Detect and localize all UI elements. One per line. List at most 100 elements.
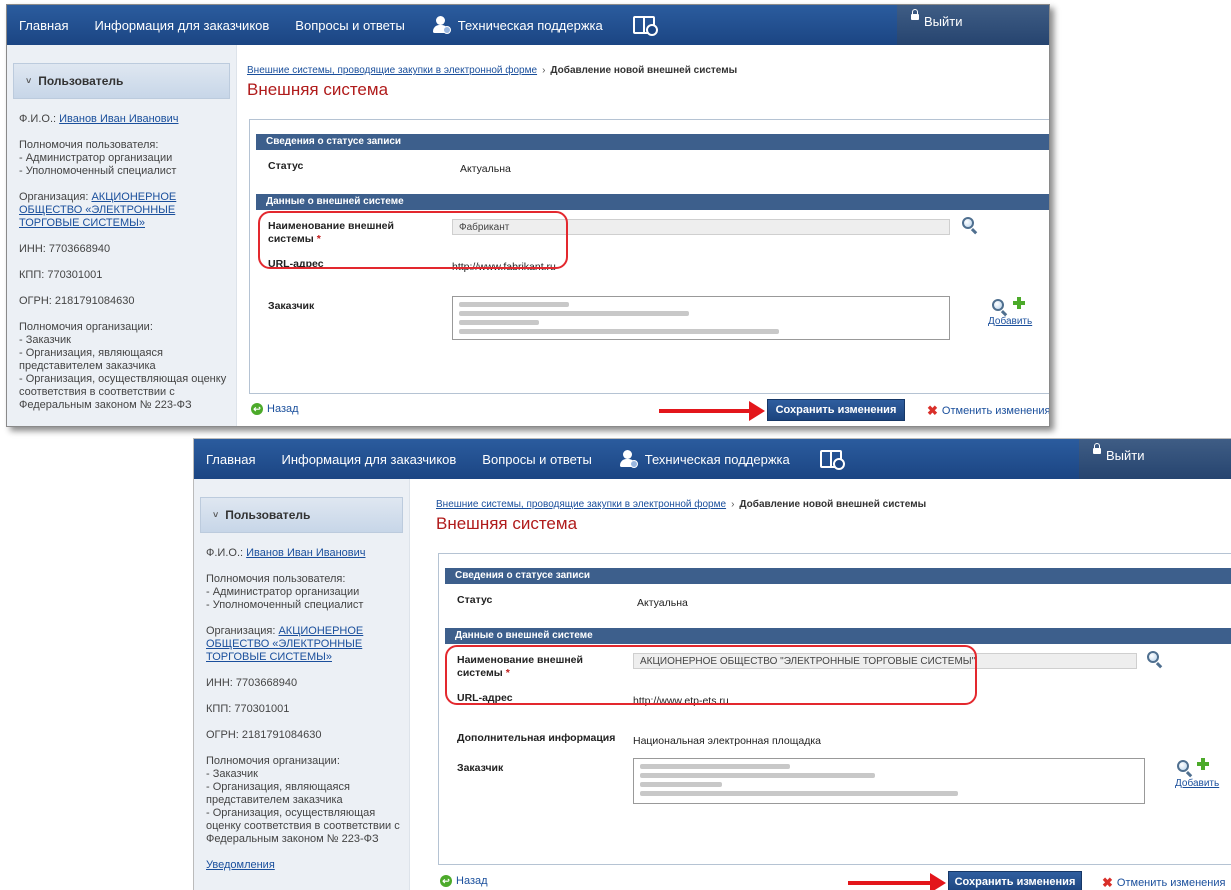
additional-value: Национальная электронная площадка <box>633 735 821 747</box>
main-content: Внешние системы, проводящие закупки в эл… <box>436 479 1231 890</box>
nav-faq[interactable]: Вопросы и ответы <box>282 5 417 45</box>
inn: ИНН: 7703668940 <box>206 677 298 689</box>
lock-icon <box>911 9 919 20</box>
sidebar-header-label: Пользователь <box>38 74 124 88</box>
user-powers-label: Полномочия пользователя: <box>19 139 159 151</box>
back-link[interactable]: ↩ Назад <box>251 403 299 415</box>
breadcrumb-separator: › <box>542 65 546 76</box>
save-button[interactable]: Сохранить изменения <box>767 399 905 421</box>
red-arrow <box>659 401 765 421</box>
back-arrow-icon: ↩ <box>440 875 452 887</box>
external-rows: Наименование внешней системы * АКЦИОНЕРНОЕ… <box>439 644 1231 754</box>
fio-label: Ф.И.О.: <box>19 113 57 125</box>
ogrn: ОГРН: 2181791084630 <box>206 729 322 741</box>
nav-support[interactable]: Техническая поддержка <box>418 5 668 45</box>
add-icon[interactable] <box>1197 758 1209 770</box>
inn: ИНН: 7703668940 <box>19 243 111 255</box>
required-mark: * <box>316 233 321 245</box>
screenshot-fabrikant: Главная Информация для заказчиков Вопрос… <box>6 4 1050 427</box>
back-label: Назад <box>267 403 299 415</box>
user-power: - Уполномоченный специалист <box>19 165 177 177</box>
breadcrumb-parent-link[interactable]: Внешние системы, проводящие закупки в эл… <box>436 499 726 510</box>
search-icon[interactable] <box>992 299 1004 311</box>
user-power: - Администратор организации <box>206 586 360 598</box>
name-field[interactable]: АКЦИОНЕРНОЕ ОБЩЕСТВО "ЭЛЕКТРОННЫЕ ТОРГОВ… <box>633 653 1137 669</box>
notifications-link[interactable]: Уведомления <box>206 859 275 871</box>
nav-home[interactable]: Главная <box>7 5 81 45</box>
breadcrumb-current: Добавление новой внешней системы <box>550 65 738 76</box>
search-icon[interactable] <box>1147 651 1159 663</box>
search-icon[interactable] <box>962 217 974 229</box>
additional-label: Дополнительная информация <box>457 732 616 744</box>
org-powers-label: Полномочия организации: <box>19 321 153 333</box>
back-link[interactable]: ↩ Назад <box>440 875 488 887</box>
org-label: Организация: <box>19 191 89 203</box>
sidebar-header[interactable]: ˅ Пользователь <box>200 497 403 533</box>
form-panel: Сведения о статусе записи Статус Актуаль… <box>438 553 1231 865</box>
section-external-header: Данные о внешней системе <box>445 628 1231 644</box>
customer-list[interactable] <box>633 758 1145 804</box>
org-power: - Заказчик <box>19 334 71 346</box>
logout-label: Выйти <box>1106 448 1145 463</box>
main-content: Внешние системы, проводящие закупки в эл… <box>247 45 1049 426</box>
add-customer-link[interactable]: Добавить <box>988 316 1032 327</box>
user-powers-label: Полномочия пользователя: <box>206 573 346 585</box>
org-power: - Организация, являющаяся представителем… <box>19 347 163 372</box>
add-icon[interactable] <box>1013 297 1025 309</box>
logout-button[interactable]: Выйти <box>1079 439 1231 479</box>
breadcrumb-current: Добавление новой внешней системы <box>739 499 927 510</box>
name-label-line2: системы <box>268 233 314 245</box>
form-panel: Сведения о статусе записи Статус Актуаль… <box>249 119 1049 394</box>
nav-faq[interactable]: Вопросы и ответы <box>469 439 604 479</box>
nav-customers-info[interactable]: Информация для заказчиков <box>268 439 469 479</box>
section-status-header: Сведения о статусе записи <box>256 134 1049 150</box>
breadcrumb-parent-link[interactable]: Внешние системы, проводящие закупки в эл… <box>247 65 537 76</box>
chevron-down-icon: ˅ <box>213 510 219 520</box>
org-power: - Организация, осуществляющая оценку соо… <box>206 807 400 845</box>
fio-link[interactable]: Иванов Иван Иванович <box>246 547 365 559</box>
nav-customers-info[interactable]: Информация для заказчиков <box>81 5 282 45</box>
user-power: - Уполномоченный специалист <box>206 599 364 611</box>
save-button[interactable]: Сохранить изменения <box>948 871 1082 890</box>
ogrn: ОГРН: 2181791084630 <box>19 295 135 307</box>
status-row: Статус Актуальна <box>439 584 1231 628</box>
sidebar-header-label: Пользователь <box>225 508 311 522</box>
breadcrumb: Внешние системы, проводящие закупки в эл… <box>436 499 1231 510</box>
user-sidebar: ˅ Пользователь Ф.И.О.: Иванов Иван Иванов… <box>194 479 410 890</box>
breadcrumb: Внешние системы, проводящие закупки в эл… <box>247 65 1049 76</box>
help-book-icon[interactable] <box>819 450 845 470</box>
cancel-link[interactable]: ✖ Отменить изменения <box>927 403 1049 419</box>
cancel-link[interactable]: ✖ Отменить изменения <box>1102 875 1225 890</box>
search-icon[interactable] <box>1177 760 1189 772</box>
nav-support-label: Техническая поддержка <box>644 451 790 467</box>
user-sidebar: ˅ Пользователь Ф.И.О.: Иванов Иван Иванов… <box>7 45 237 426</box>
nav-home[interactable]: Главная <box>194 439 268 479</box>
sidebar-header[interactable]: ˅ Пользователь <box>13 63 230 99</box>
logout-button[interactable]: Выйти <box>897 5 1049 45</box>
fio-label: Ф.И.О.: <box>206 547 244 559</box>
org-power: - Заказчик <box>206 768 258 780</box>
kpp: КПП: 770301001 <box>206 703 290 715</box>
fio-link[interactable]: Иванов Иван Иванович <box>59 113 178 125</box>
status-label: Статус <box>268 160 304 172</box>
lock-icon <box>1093 443 1101 454</box>
customer-list[interactable] <box>452 296 950 340</box>
org-power: - Организация, осуществляющая оценку соо… <box>19 373 227 411</box>
page-title: Внешняя система <box>247 80 389 99</box>
red-arrow <box>848 873 946 890</box>
name-label: Наименование внешней системы * <box>457 654 583 680</box>
cancel-x-icon: ✖ <box>1102 875 1113 890</box>
add-customer-link[interactable]: Добавить <box>1175 778 1219 789</box>
back-arrow-icon: ↩ <box>251 403 263 415</box>
nav-support[interactable]: Техническая поддержка <box>605 439 855 479</box>
customer-label: Заказчик <box>268 300 315 312</box>
org-powers-label: Полномочия организации: <box>206 755 340 767</box>
help-book-icon[interactable] <box>632 16 658 36</box>
cancel-x-icon: ✖ <box>927 403 938 418</box>
name-label-line1: Наименование внешней <box>268 220 394 232</box>
name-field[interactable]: Фабрикант <box>452 219 950 235</box>
url-label: URL-адрес <box>268 258 324 270</box>
page-title: Внешняя система <box>436 514 578 533</box>
status-value: Актуальна <box>637 597 688 609</box>
url-label: URL-адрес <box>457 692 513 704</box>
